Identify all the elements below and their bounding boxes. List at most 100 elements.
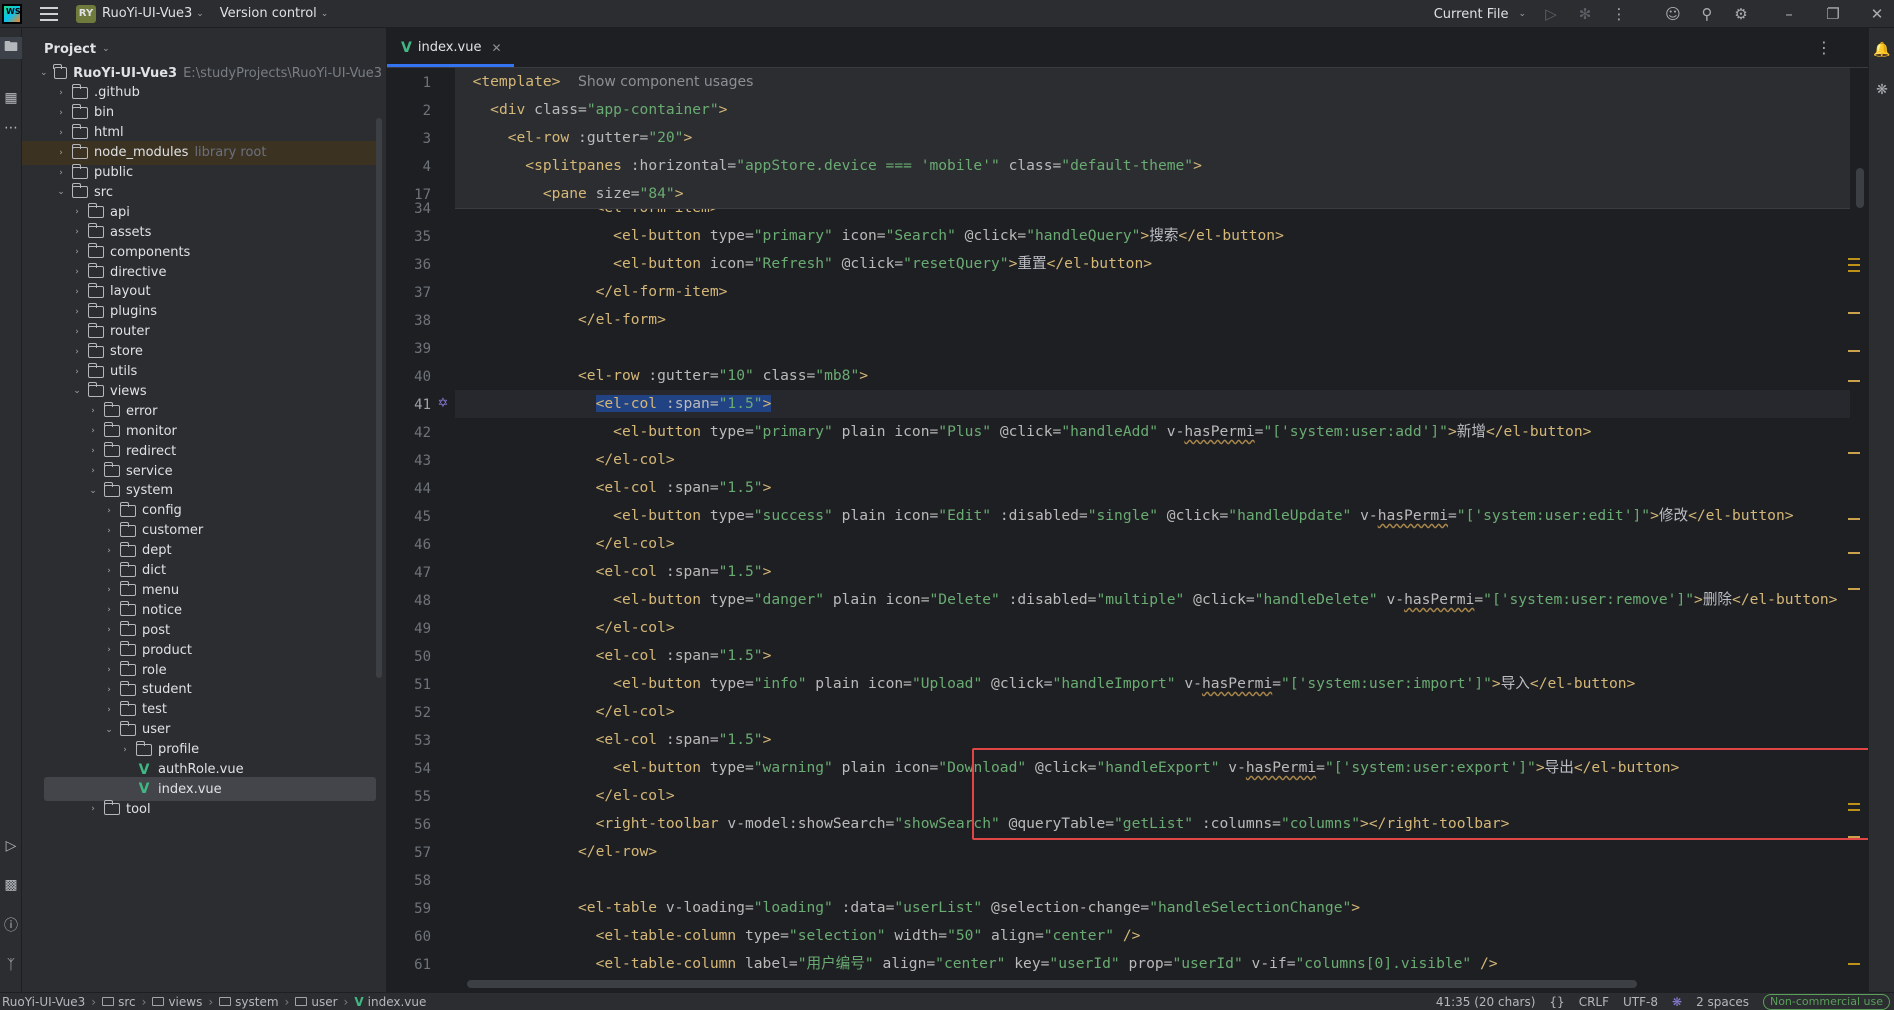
code-line[interactable]: <el-table-column label="用户编号" align="cen…	[455, 950, 1850, 978]
project-badge[interactable]: RY	[76, 4, 96, 23]
webstorm-logo[interactable]: WS	[2, 3, 22, 24]
chevron-right-icon[interactable]: ›	[54, 168, 68, 178]
editor-vertical-scrollbar[interactable]	[1856, 168, 1864, 208]
chevron-right-icon[interactable]: ›	[86, 804, 100, 814]
line-number[interactable]: 58	[387, 867, 431, 895]
line-number[interactable]: 56	[387, 811, 431, 839]
chevron-right-icon[interactable]: ›	[118, 745, 132, 755]
maximize-icon[interactable]: ❐	[1816, 0, 1850, 28]
line-number[interactable]: 48	[387, 587, 431, 615]
code-line[interactable]: <splitpanes :horizontal="appStore.device…	[455, 152, 1850, 180]
marker[interactable]	[1848, 963, 1860, 965]
marker[interactable]	[1848, 588, 1860, 590]
code-line[interactable]: <el-button type="success" plain icon="Ed…	[455, 502, 1850, 530]
line-number[interactable]: 46	[387, 531, 431, 559]
version-control-menu[interactable]: Version control	[220, 6, 317, 21]
services-icon[interactable]: ▷	[0, 835, 22, 857]
code-line[interactable]: </el-row>	[455, 838, 1850, 866]
chevron-right-icon[interactable]: ›	[86, 466, 100, 476]
breadcrumb-item[interactable]: RuoYi-UI-Vue3	[2, 995, 85, 1009]
chevron-right-icon[interactable]: ›	[102, 605, 116, 615]
chevron-down-icon[interactable]: ⌄	[321, 9, 329, 19]
code-line[interactable]: <el-button type="info" plain icon="Uploa…	[455, 670, 1850, 698]
code-line[interactable]: </el-form>	[455, 306, 1850, 334]
code-line[interactable]: <pane size="84">	[455, 180, 1850, 208]
chevron-down-icon[interactable]: ⌄	[54, 187, 68, 197]
line-number[interactable]: 49	[387, 615, 431, 643]
code-line[interactable]	[455, 866, 1850, 894]
problems-icon[interactable]: ⓘ	[0, 914, 22, 936]
chevron-right-icon[interactable]: ›	[86, 426, 100, 436]
code-line[interactable]	[455, 334, 1850, 362]
chevron-right-icon[interactable]: ›	[54, 108, 68, 118]
chevron-right-icon[interactable]: ›	[86, 406, 100, 416]
run-configuration[interactable]: Current File	[1434, 7, 1509, 22]
chevron-right-icon[interactable]: ›	[70, 327, 84, 337]
chevron-right-icon[interactable]: ›	[70, 347, 84, 357]
line-number[interactable]: 3	[387, 125, 431, 153]
chevron-down-icon[interactable]: ⌄	[102, 44, 110, 54]
chevron-down-icon[interactable]: ⌄	[70, 386, 84, 396]
line-separator[interactable]: CRLF	[1579, 995, 1609, 1009]
chevron-right-icon[interactable]: ›	[54, 88, 68, 98]
line-number[interactable]: 43	[387, 447, 431, 475]
code-line[interactable]: <el-col :span="1.5">	[455, 558, 1850, 586]
minimize-icon[interactable]: –	[1772, 0, 1806, 28]
line-number[interactable]: 44	[387, 475, 431, 503]
line-number[interactable]: 60	[387, 923, 431, 951]
line-number[interactable]: 57	[387, 839, 431, 867]
line-number[interactable]: 37	[387, 279, 431, 307]
chevron-right-icon[interactable]: ›	[102, 506, 116, 516]
chevron-right-icon[interactable]: ›	[102, 546, 116, 556]
debug-icon[interactable]: ✻	[1568, 0, 1602, 28]
project-name[interactable]: RuoYi-UI-Vue3	[102, 6, 192, 21]
code-line[interactable]: <el-col :span="1.5">	[455, 390, 1850, 418]
chevron-down-icon[interactable]: ⌄	[102, 725, 116, 735]
line-number[interactable]: 1	[387, 69, 431, 97]
marker[interactable]	[1848, 380, 1860, 382]
tab-index-vue[interactable]: V index.vue ✕	[387, 28, 514, 67]
chevron-right-icon[interactable]: ›	[70, 287, 84, 297]
line-number[interactable]: 55	[387, 783, 431, 811]
line-number[interactable]: 42	[387, 419, 431, 447]
code-line[interactable]: <el-table-column type="selection" width=…	[455, 922, 1850, 950]
code-line[interactable]: <el-row :gutter="20">	[455, 124, 1850, 152]
breadcrumb-item[interactable]: index.vue	[368, 995, 427, 1009]
code-line[interactable]: <el-button type="primary" plain icon="Pl…	[455, 418, 1850, 446]
chevron-right-icon[interactable]: ›	[70, 307, 84, 317]
more-icon[interactable]: ⋮	[1602, 0, 1636, 28]
more-tools-icon[interactable]: ⋯	[0, 117, 22, 139]
code-line[interactable]: <template> Show component usages	[455, 68, 1850, 96]
close-icon[interactable]: ✕	[1860, 0, 1894, 28]
line-number[interactable]: 35	[387, 223, 431, 251]
line-number[interactable]: 36	[387, 251, 431, 279]
chevron-right-icon[interactable]: ›	[86, 446, 100, 456]
marker[interactable]	[1848, 258, 1860, 260]
code-line[interactable]: <el-table v-loading="loading" :data="use…	[455, 894, 1850, 922]
chevron-right-icon[interactable]: ›	[70, 207, 84, 217]
chevron-right-icon[interactable]: ›	[70, 267, 84, 277]
chevron-right-icon[interactable]: ›	[102, 585, 116, 595]
chevron-right-icon[interactable]: ›	[102, 645, 116, 655]
code-line[interactable]: <div class="app-container">	[455, 96, 1850, 124]
code-line[interactable]: <el-col :span="1.5">	[455, 642, 1850, 670]
license-badge[interactable]: Non-commercial use	[1762, 994, 1890, 1010]
chevron-right-icon[interactable]: ›	[70, 247, 84, 257]
marker[interactable]	[1848, 270, 1860, 272]
settings-icon[interactable]: ⚙	[1724, 0, 1758, 28]
breadcrumb-item[interactable]: views	[168, 995, 202, 1009]
code-line[interactable]: <el-button icon="Refresh" @click="resetQ…	[455, 250, 1850, 278]
tab-options-icon[interactable]: ⋮	[1816, 38, 1832, 57]
line-number[interactable]: 34	[387, 195, 431, 223]
code-line[interactable]: <el-row :gutter="10" class="mb8">	[455, 362, 1850, 390]
marker[interactable]	[1848, 264, 1860, 266]
chevron-right-icon[interactable]: ›	[102, 526, 116, 536]
marker[interactable]	[1848, 518, 1860, 520]
line-number[interactable]: 54	[387, 755, 431, 783]
brackets-icon[interactable]: {}	[1549, 995, 1564, 1009]
line-number[interactable]: 59	[387, 895, 431, 923]
line-number[interactable]: 39	[387, 335, 431, 363]
gutter-action-icon[interactable]: ✡	[435, 396, 451, 412]
notifications-icon[interactable]: 🔔	[1869, 38, 1894, 62]
line-number[interactable]: 61	[387, 951, 431, 979]
